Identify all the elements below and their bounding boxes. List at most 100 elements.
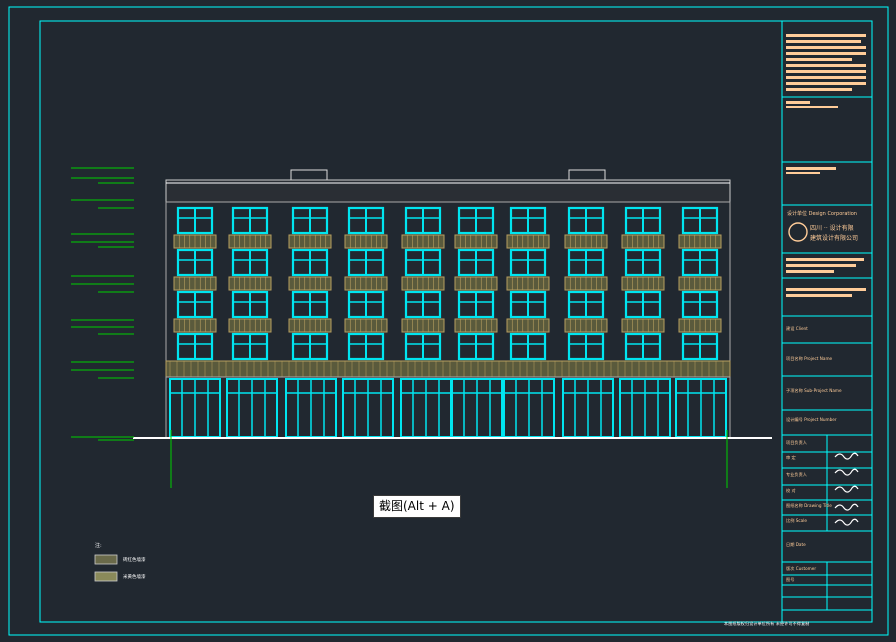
signature-mark [834,485,859,493]
shopfront [400,378,452,438]
legend-swatch [94,554,118,565]
window-bay [564,290,608,333]
signature-mark [834,503,859,511]
window-bay [176,332,214,361]
title-field-label: 专业负责人 [786,471,808,478]
window-bay [347,332,385,361]
outer-frame [8,6,889,636]
window-bay [457,332,495,361]
approval-text-placeholder [786,167,836,170]
shopfront [451,378,503,438]
window-bay [506,206,550,249]
signature-mark [834,468,859,476]
cert-text-placeholder [786,270,834,273]
title-field-label: 项目名称 Project Name [786,355,833,362]
shopfront [342,378,394,438]
roof-box-left [290,169,328,181]
window-bay [401,206,445,249]
window-bay [506,290,550,333]
legend: 注: 砖红色墙漆米黄色墙漆 [94,542,146,582]
window-bay [567,332,605,361]
cert-text-placeholder [786,294,852,297]
window-bay [173,290,217,333]
title-field-label: 图号 [786,577,794,583]
cert-text-placeholder [786,288,866,291]
window-bay [564,206,608,249]
window-bay [401,248,445,291]
title-field-label: 图纸名称 Drawing Title [786,502,832,509]
window-bay [291,332,329,361]
cert-text-placeholder [786,258,864,261]
company-logo-icon [788,222,808,242]
window-bay [624,332,662,361]
window-bay [621,290,665,333]
title-field-label: 比例 Scale [786,517,807,524]
signature-mark [834,518,859,526]
shopfront [675,378,727,438]
cert-text-placeholder [786,264,856,267]
window-bay [231,332,269,361]
legend-title: 注: [95,542,102,549]
title-field-label: 子项名称 Sub-Project Name [786,387,842,394]
title-field-label: 日期 Date [786,542,806,548]
shopfront [285,378,337,438]
notes-text-placeholder [786,52,866,55]
building-elevation [133,169,772,488]
window-bay [288,248,332,291]
notes-text-placeholder [786,88,852,91]
window-bay [454,206,498,249]
legend-label: 砖红色墙漆 [123,556,146,563]
notes-text-placeholder [786,76,866,79]
podium-band [165,360,731,378]
window-bay [564,248,608,291]
shopfront [619,378,671,438]
notes-text-placeholder [786,70,866,73]
approval-text-placeholder [786,172,820,174]
title-field-label: 校 对 [786,487,796,494]
window-bay [173,248,217,291]
window-bay [681,332,719,361]
shopfront [503,378,555,438]
title-field-label: 设计编号 Project Number [786,416,837,423]
company-name-line1: 四川 ·· 设计有限 [810,224,854,232]
window-bay [621,206,665,249]
design-corporation-label: 设计单位 Design Corporation [787,210,857,217]
stamp-title-placeholder [786,101,810,104]
window-bay [454,290,498,333]
stamp-text-placeholder [786,106,838,108]
window-bay [401,290,445,333]
window-bay [621,248,665,291]
window-bay [454,248,498,291]
notes-text-placeholder [786,46,866,49]
window-bay [678,290,722,333]
window-bay [344,290,388,333]
screenshot-tooltip: 截图(Alt + A) [373,495,461,518]
dimension-lines [71,167,134,441]
notes-text-placeholder [786,82,866,85]
title-block: 设计单位 Design Corporation 四川 ·· 设计有限建筑设计有限公… [782,34,872,611]
window-bay [344,248,388,291]
title-field-label: 版次 Customer [786,565,816,572]
window-bay [228,290,272,333]
shopfront [562,378,614,438]
notes-text-placeholder [786,58,852,61]
signature-mark [834,452,859,460]
roof-box-right [568,169,606,181]
shopfront [169,378,221,438]
notes-text-placeholder [786,34,866,37]
window-bay [344,206,388,249]
cad-drawing-canvas[interactable]: 设计单位 Design Corporation 四川 ·· 设计有限建筑设计有限公… [0,0,896,642]
title-field-label: 审 定 [786,454,796,461]
window-bay [678,248,722,291]
window-bay [228,248,272,291]
window-bay [228,206,272,249]
notes-text-placeholder [786,64,866,67]
legend-label: 米黄色墙漆 [123,573,146,580]
shopfront [226,378,278,438]
drawing-frames [8,6,889,636]
window-bay [288,290,332,333]
window-bay [509,332,547,361]
title-field-label: 建设 Client [786,325,808,332]
window-bay [288,206,332,249]
window-bay [404,332,442,361]
